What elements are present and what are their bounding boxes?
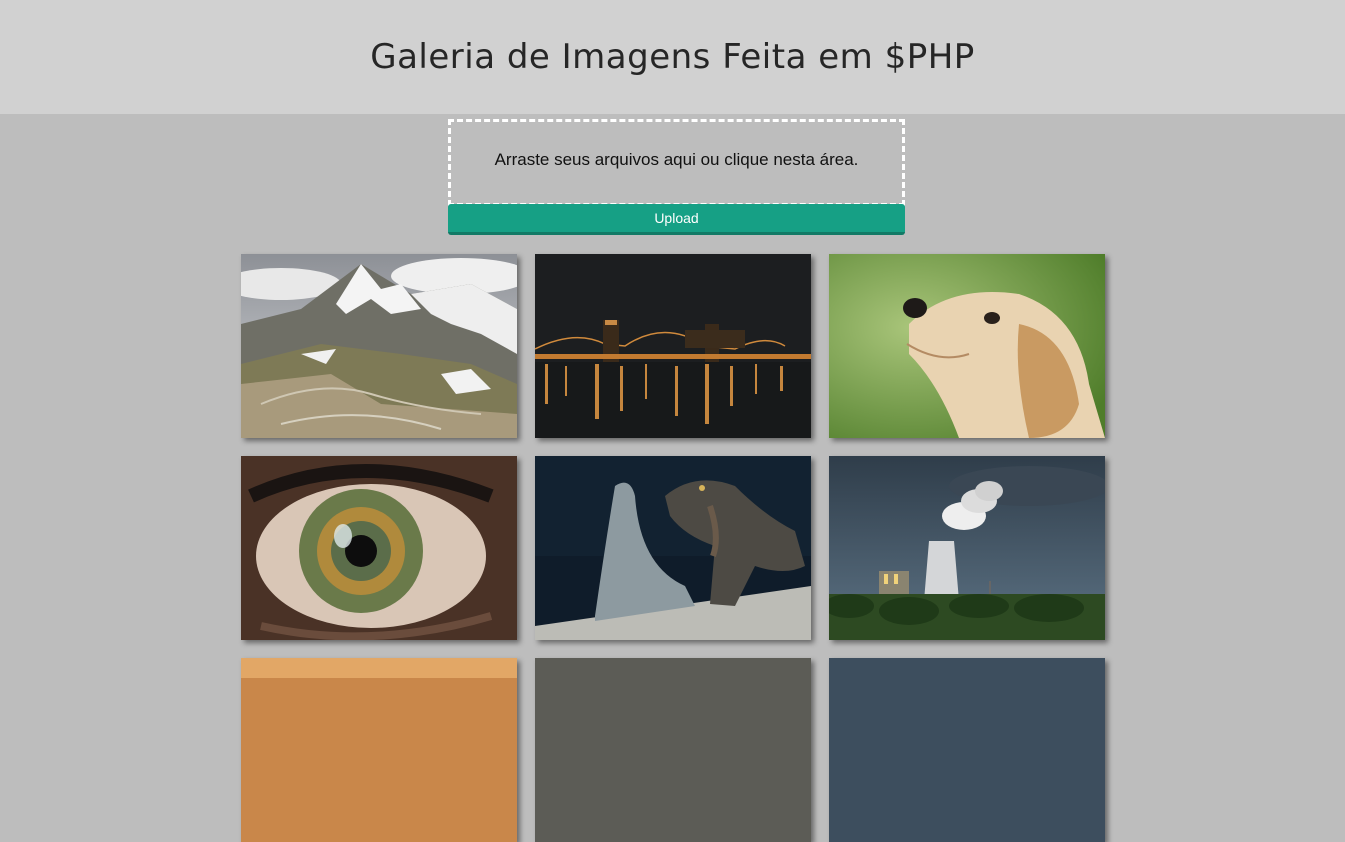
- power-plant-image: [829, 456, 1105, 640]
- eye-image: [241, 456, 517, 640]
- mountain-image: [241, 254, 517, 438]
- iguanas-image: [535, 456, 811, 640]
- upload-button[interactable]: Upload: [448, 204, 905, 235]
- partial-image-1: [241, 658, 517, 842]
- gallery-image-bridge[interactable]: [535, 254, 811, 438]
- bridge-image: [535, 254, 811, 438]
- gallery-image-mountain[interactable]: [241, 254, 517, 438]
- page-title: Galeria de Imagens Feita em $PHP: [370, 37, 975, 77]
- gallery-image-puppy[interactable]: [829, 254, 1105, 438]
- gallery-image-iguanas[interactable]: [535, 456, 811, 640]
- page-header: Galeria de Imagens Feita em $PHP: [0, 0, 1345, 114]
- gallery-image-partial-1[interactable]: [241, 658, 517, 842]
- gallery-image-power-plant[interactable]: [829, 456, 1105, 640]
- gallery-image-eye[interactable]: [241, 456, 517, 640]
- dropzone-label: Arraste seus arquivos aqui ou clique nes…: [494, 149, 859, 169]
- gallery-image-partial-3[interactable]: [829, 658, 1105, 842]
- partial-image-3: [829, 658, 1105, 842]
- partial-image-2: [535, 658, 811, 842]
- upload-form: Arraste seus arquivos aqui ou clique nes…: [448, 119, 905, 235]
- puppy-image: [829, 254, 1105, 438]
- gallery-image-partial-2[interactable]: [535, 658, 811, 842]
- file-dropzone[interactable]: Arraste seus arquivos aqui ou clique nes…: [448, 119, 905, 206]
- image-gallery: [241, 254, 1105, 842]
